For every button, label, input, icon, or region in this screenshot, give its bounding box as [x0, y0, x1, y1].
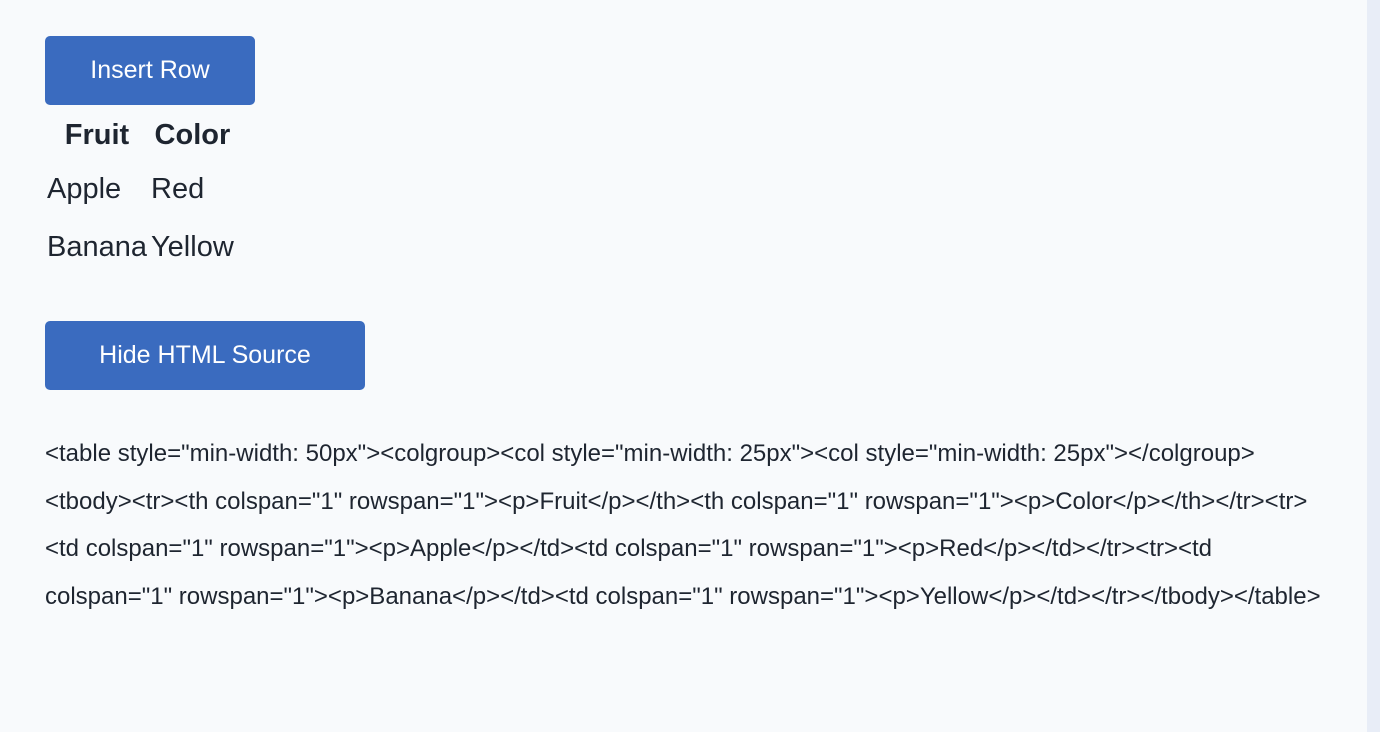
insert-row-button[interactable]: Insert Row [45, 36, 255, 105]
table-row: Apple Red [45, 160, 236, 218]
hide-html-source-button[interactable]: Hide HTML Source [45, 321, 365, 390]
table-cell[interactable]: Apple [45, 160, 149, 218]
table-cell[interactable]: Yellow [149, 218, 236, 276]
table-row: Banana Yellow [45, 218, 236, 276]
header-color[interactable]: Color [149, 110, 236, 160]
table-cell[interactable]: Red [149, 160, 236, 218]
fruit-table: Fruit Color Apple Red Banana Yellow [45, 110, 236, 276]
table-header-row: Fruit Color [45, 110, 236, 160]
table-cell[interactable]: Banana [45, 218, 149, 276]
html-source-output: <table style="min-width: 50px"><colgroup… [45, 440, 1321, 610]
header-fruit[interactable]: Fruit [45, 110, 149, 160]
scrollbar-track[interactable] [1367, 0, 1380, 732]
